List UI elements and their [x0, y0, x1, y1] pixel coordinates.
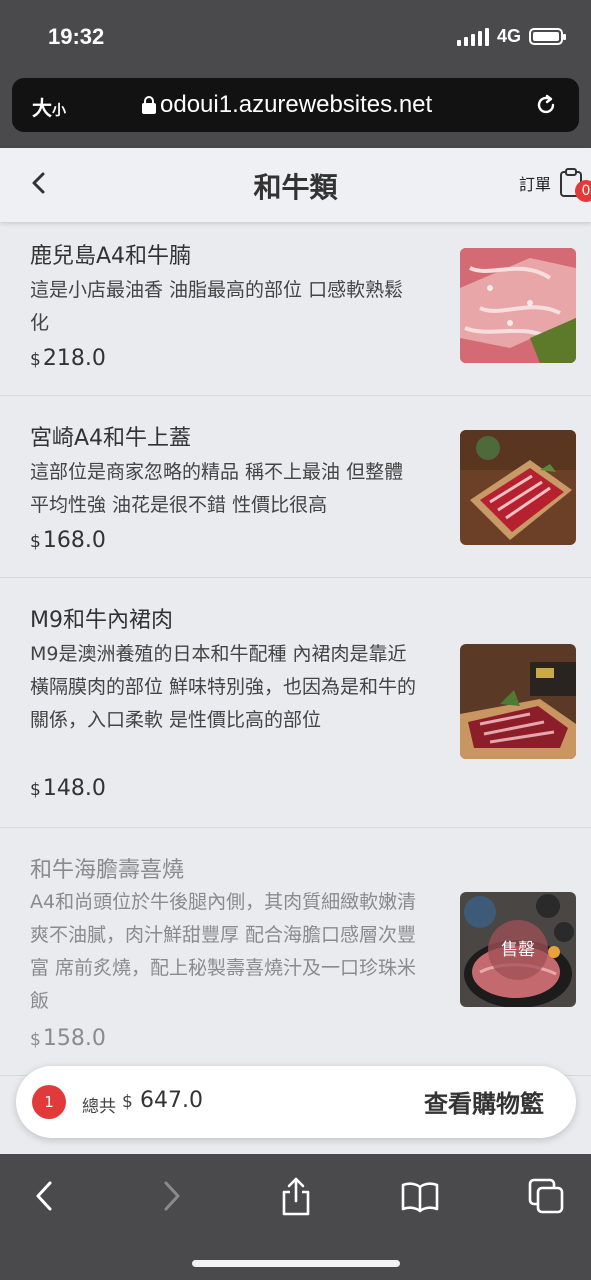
tabs-icon [528, 1178, 564, 1214]
view-cart-button[interactable]: 查看購物籃 [424, 1084, 544, 1119]
cart-total: 647.0 [140, 1088, 203, 1113]
back-nav-button[interactable] [24, 1176, 64, 1216]
item-image [460, 430, 576, 545]
item-name: 和牛海膽壽喜燒 [30, 858, 185, 883]
item-price: $218.0 [30, 346, 106, 371]
status-bar: 19:32 4G [0, 0, 591, 76]
forward-nav-button[interactable] [152, 1176, 192, 1216]
soldout-badge: 售罄 [488, 920, 548, 980]
item-name: 宮崎A4和牛上蓋 [30, 426, 192, 451]
reload-icon[interactable] [533, 92, 559, 122]
item-price: $148.0 [30, 776, 106, 801]
clipboard-icon: 0 [559, 168, 591, 202]
menu-list: 鹿兒島A4和牛腩 這是小店最油香 油脂最高的部位 口感軟熟鬆化 $218.0 宮… [0, 222, 591, 1076]
item-description: 這是小店最油香 油脂最高的部位 口感軟熟鬆化 [30, 279, 404, 334]
orders-count-badge: 0 [575, 180, 591, 202]
list-item[interactable]: 宮崎A4和牛上蓋 這部位是商家忽略的精品 稱不上最油 但整體平均性強 油花是很不… [0, 396, 591, 578]
url-display[interactable]: odoui1.azurewebsites.net [142, 91, 432, 119]
chevron-right-icon [164, 1181, 180, 1211]
chevron-left-icon [36, 1181, 52, 1211]
share-icon [282, 1177, 310, 1216]
item-description: M9是澳洲養殖的日本和牛配種 內裙肉是靠近橫隔膜肉的部位 鮮味特別強，也因為是和… [30, 643, 417, 731]
battery-icon [529, 28, 566, 45]
cart-currency: $ [122, 1092, 133, 1112]
page-title: 和牛類 [253, 171, 338, 204]
book-icon [401, 1182, 439, 1213]
orders-label: 訂單 [518, 175, 551, 194]
home-indicator [192, 1260, 400, 1267]
signal-icon [456, 27, 489, 46]
tabs-button[interactable] [526, 1176, 566, 1216]
item-name: 鹿兒島A4和牛腩 [30, 244, 192, 269]
list-item[interactable]: M9和牛內裙肉 M9是澳洲養殖的日本和牛配種 內裙肉是靠近橫隔膜肉的部位 鮮味特… [0, 578, 591, 828]
status-indicators: 4G [456, 26, 566, 47]
item-price: $168.0 [30, 528, 106, 553]
lock-icon [142, 96, 156, 114]
text-size-button[interactable]: 大小 [32, 92, 66, 121]
item-description: A4和尚頭位於牛後腿內側，其肉質細緻軟嫩清爽不油膩，肉汁鮮甜豐厚 配合海膽口感層… [30, 891, 417, 1012]
url-text: odoui1.azurewebsites.net [160, 91, 433, 118]
app-header: 和牛類 訂單 0 [0, 148, 591, 222]
address-field[interactable]: 大小 odoui1.azurewebsites.net [12, 78, 579, 132]
bookmarks-button[interactable] [400, 1176, 440, 1216]
orders-button[interactable]: 訂單 0 [518, 168, 591, 202]
status-time: 19:32 [48, 24, 105, 49]
item-image: 售罄 [460, 892, 576, 1007]
item-image [460, 644, 576, 759]
share-button[interactable] [276, 1176, 316, 1216]
cart-count-badge: 1 [32, 1085, 66, 1119]
cart-bar[interactable]: 1 總共 $ 647.0 查看購物籃 [16, 1066, 576, 1138]
item-price: $158.0 [30, 1026, 106, 1051]
cart-total-label: 總共 [82, 1097, 116, 1117]
item-name: M9和牛內裙肉 [30, 608, 173, 633]
browser-address-bar: 大小 odoui1.azurewebsites.net [0, 76, 591, 148]
list-item[interactable]: 鹿兒島A4和牛腩 這是小店最油香 油脂最高的部位 口感軟熟鬆化 $218.0 [0, 222, 591, 396]
list-item-soldout[interactable]: 和牛海膽壽喜燒 A4和尚頭位於牛後腿內側，其肉質細緻軟嫩清爽不油膩，肉汁鮮甜豐厚… [0, 828, 591, 1076]
network-label: 4G [496, 26, 521, 46]
item-image [460, 248, 576, 363]
item-description: 這部位是商家忽略的精品 稱不上最油 但整體平均性強 油花是很不錯 性價比很高 [30, 461, 404, 516]
